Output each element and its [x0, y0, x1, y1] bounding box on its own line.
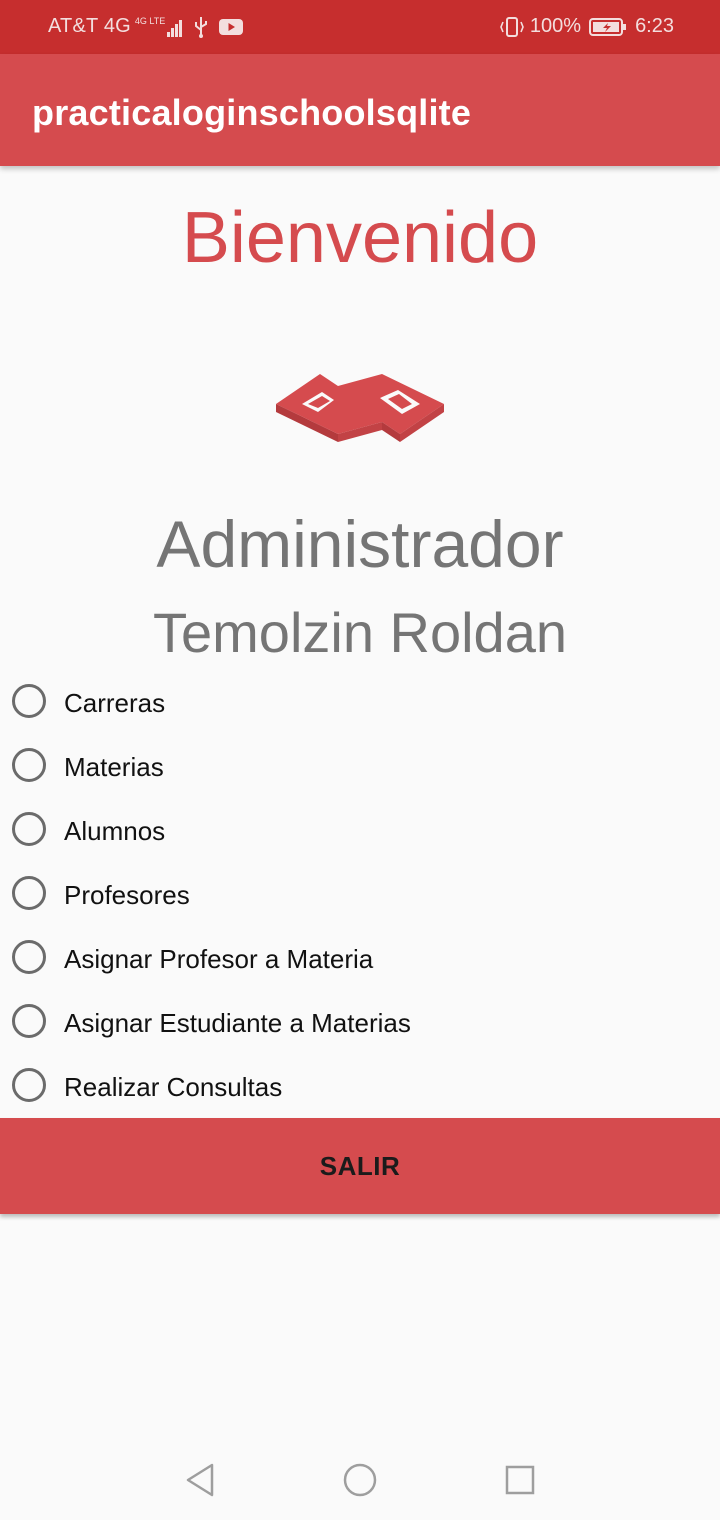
- logo-icon: [272, 368, 448, 448]
- option-label: Profesores: [64, 880, 190, 910]
- option-label: Asignar Profesor a Materia: [64, 944, 374, 974]
- status-bar: AT&T 4G 4G LTE 100% 6:23: [0, 0, 720, 54]
- option-realizar-consultas[interactable]: Realizar Consultas: [0, 1056, 720, 1120]
- option-label: Asignar Estudiante a Materias: [64, 1008, 411, 1038]
- app-title: practicaloginschoolsqlite: [32, 92, 472, 133]
- role-label: Administrador: [156, 507, 564, 581]
- radio-button[interactable]: [12, 1068, 46, 1102]
- youtube-icon: [219, 18, 244, 36]
- carrier-label: AT&T 4G: [48, 15, 131, 37]
- signal-icon: [167, 17, 183, 37]
- option-label: Alumnos: [64, 816, 166, 846]
- radio-button[interactable]: [12, 876, 46, 910]
- options-radio-group: Carreras Materias Alumnos Profesores Asi…: [0, 672, 720, 1120]
- vibrate-icon: [500, 16, 524, 38]
- option-asignar-estudiante[interactable]: Asignar Estudiante a Materias: [0, 992, 720, 1056]
- battery-icon: [589, 17, 627, 37]
- radio-button[interactable]: [12, 812, 46, 846]
- home-icon[interactable]: [340, 1460, 380, 1500]
- radio-button[interactable]: [12, 940, 46, 974]
- battery-percent: 100%: [529, 15, 582, 37]
- option-alumnos[interactable]: Alumnos: [0, 800, 720, 864]
- radio-button[interactable]: [12, 1004, 46, 1038]
- welcome-heading: Bienvenido: [181, 198, 539, 278]
- option-asignar-profesor[interactable]: Asignar Profesor a Materia: [0, 928, 720, 992]
- user-name: Temolzin Roldan: [153, 601, 567, 664]
- option-carreras[interactable]: Carreras: [0, 672, 720, 736]
- option-label: Realizar Consultas: [64, 1072, 283, 1102]
- clock: 6:23: [635, 15, 674, 37]
- option-label: Materias: [64, 752, 164, 782]
- option-profesores[interactable]: Profesores: [0, 864, 720, 928]
- back-icon[interactable]: [180, 1460, 220, 1500]
- app-bar: practicaloginschoolsqlite: [0, 54, 720, 166]
- radio-button[interactable]: [12, 684, 46, 718]
- option-label: Carreras: [64, 688, 166, 718]
- usb-icon: [193, 16, 209, 38]
- navigation-bar: [0, 1440, 720, 1520]
- recents-icon[interactable]: [500, 1460, 540, 1500]
- radio-button[interactable]: [12, 748, 46, 782]
- exit-button[interactable]: SALIR: [0, 1118, 720, 1214]
- status-left: AT&T 4G 4G LTE: [48, 15, 244, 38]
- network-type-label: 4G LTE: [134, 16, 166, 26]
- option-materias[interactable]: Materias: [0, 736, 720, 800]
- status-right: 100% 6:23: [500, 15, 674, 38]
